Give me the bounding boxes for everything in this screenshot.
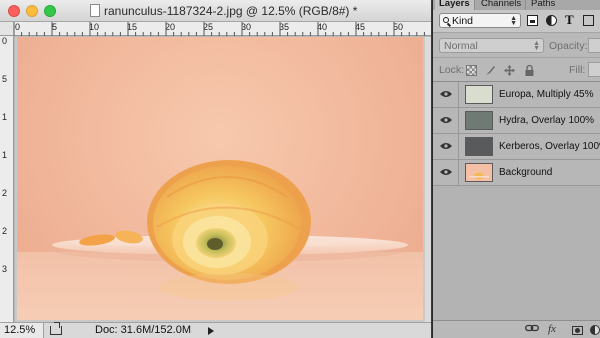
- document-window: ranunculus-1187324-2.jpg @ 12.5% (RGB/8#…: [0, 0, 431, 338]
- visibility-toggle[interactable]: [433, 160, 459, 185]
- eye-icon: [440, 91, 452, 97]
- link-icon[interactable]: [525, 324, 539, 335]
- visibility-toggle[interactable]: [433, 134, 459, 159]
- ruler-label: 1: [2, 112, 8, 122]
- chevron-updown-icon: ▲ ▼: [533, 40, 540, 52]
- mask-icon[interactable]: [572, 326, 583, 335]
- layer-thumbnail: [465, 137, 493, 156]
- layer-name: Hydra, Overlay 100%: [499, 115, 595, 126]
- layer-row[interactable]: Hydra, Overlay 100%: [433, 108, 600, 134]
- zoom-field[interactable]: 12.5%: [0, 323, 44, 338]
- document-icon: [90, 4, 100, 17]
- adjustment-icon[interactable]: [590, 325, 600, 335]
- status-menu-arrow-icon[interactable]: [208, 327, 214, 335]
- ruler-origin[interactable]: [0, 22, 14, 36]
- fill-field[interactable]: [588, 62, 600, 77]
- tab-channels[interactable]: Channels: [477, 0, 527, 10]
- close-window-button[interactable]: [8, 5, 20, 17]
- eye-icon: [440, 169, 452, 175]
- layer-name: Europa, Multiply 45%: [499, 89, 594, 100]
- filter-row: Kind ▲ ▼ T: [433, 10, 600, 32]
- horizontal-ruler[interactable]: 0 5 10 15 20 25 30 35 40 45 50: [14, 22, 431, 36]
- vertical-ruler[interactable]: 0 5 1 1 2 2 3: [0, 36, 14, 322]
- tab-paths[interactable]: Paths: [527, 0, 559, 10]
- lock-label: Lock:: [439, 64, 465, 76]
- layers-panel: Layers Channels Paths Kind ▲ ▼ T Normal ▲…: [432, 0, 600, 338]
- layer-row[interactable]: Background: [433, 160, 600, 186]
- layer-thumbnail: [465, 85, 493, 104]
- zoom-window-button[interactable]: [44, 5, 56, 17]
- document-title: ranunculus-1187324-2.jpg @ 12.5% (RGB/8#…: [104, 4, 358, 18]
- ranunculus-photo: [17, 160, 423, 320]
- pixel-filter-icon[interactable]: [527, 15, 538, 26]
- blend-mode-value: Normal: [444, 40, 478, 52]
- panel-tabs: Layers Channels Paths: [433, 0, 600, 10]
- layer-row[interactable]: Kerberos, Overlay 100%: [433, 134, 600, 160]
- visibility-toggle[interactable]: [433, 82, 459, 107]
- ruler-label: 2: [2, 188, 8, 198]
- canvas-area[interactable]: [15, 37, 431, 322]
- opacity-field[interactable]: [588, 38, 600, 53]
- eye-icon: [440, 143, 452, 149]
- shape-filter-icon[interactable]: [583, 15, 594, 26]
- eye-icon: [440, 117, 452, 123]
- lock-position-icon[interactable]: [504, 65, 515, 76]
- layer-thumbnail: [465, 163, 493, 182]
- lock-pixels-icon[interactable]: [485, 65, 496, 76]
- document-size: Doc: 31.6M/152.0M: [95, 324, 191, 336]
- kind-filter-value: Kind: [452, 15, 474, 27]
- blend-opacity-row: Normal ▲ ▼ Opacity:: [433, 32, 600, 57]
- type-filter-icon[interactable]: T: [565, 12, 576, 27]
- lock-row: Lock: Fill:: [433, 57, 600, 81]
- layer-list: Europa, Multiply 45% Hydra, Overlay 100%…: [433, 81, 600, 320]
- panel-footer: fx: [433, 320, 600, 338]
- layer-row[interactable]: Europa, Multiply 45%: [433, 82, 600, 108]
- fill-label: Fill:: [569, 64, 586, 76]
- ruler-label: 0: [2, 36, 8, 46]
- lock-transparent-icon[interactable]: [466, 65, 477, 76]
- ruler-ticks: [14, 22, 425, 36]
- opacity-label: Opacity:: [549, 40, 588, 52]
- status-bar: 12.5% Doc: 31.6M/152.0M: [0, 322, 431, 338]
- ruler-label: 3: [2, 264, 8, 274]
- blend-mode-select[interactable]: Normal ▲ ▼: [439, 38, 544, 53]
- tab-layers[interactable]: Layers: [435, 0, 475, 10]
- title-bar[interactable]: ranunculus-1187324-2.jpg @ 12.5% (RGB/8#…: [0, 0, 431, 22]
- minimize-window-button[interactable]: [26, 5, 38, 17]
- kind-filter-select[interactable]: Kind ▲ ▼: [439, 13, 521, 28]
- vertical-scrollbar[interactable]: [425, 37, 431, 322]
- layer-thumbnail: [465, 111, 493, 130]
- ruler-label: 5: [2, 74, 8, 84]
- search-icon: [443, 17, 449, 23]
- chevron-updown-icon: ▲ ▼: [510, 15, 517, 27]
- ruler-label: 1: [2, 150, 8, 160]
- image-canvas[interactable]: [17, 37, 423, 320]
- ruler-label: 2: [2, 226, 8, 236]
- adjustment-filter-icon[interactable]: [546, 15, 557, 26]
- lock-all-icon[interactable]: [524, 64, 535, 76]
- layer-name: Background: [499, 167, 553, 178]
- share-icon[interactable]: [50, 326, 62, 335]
- fx-icon[interactable]: fx: [548, 323, 556, 335]
- visibility-toggle[interactable]: [433, 108, 459, 133]
- layer-name: Kerberos, Overlay 100%: [499, 141, 600, 152]
